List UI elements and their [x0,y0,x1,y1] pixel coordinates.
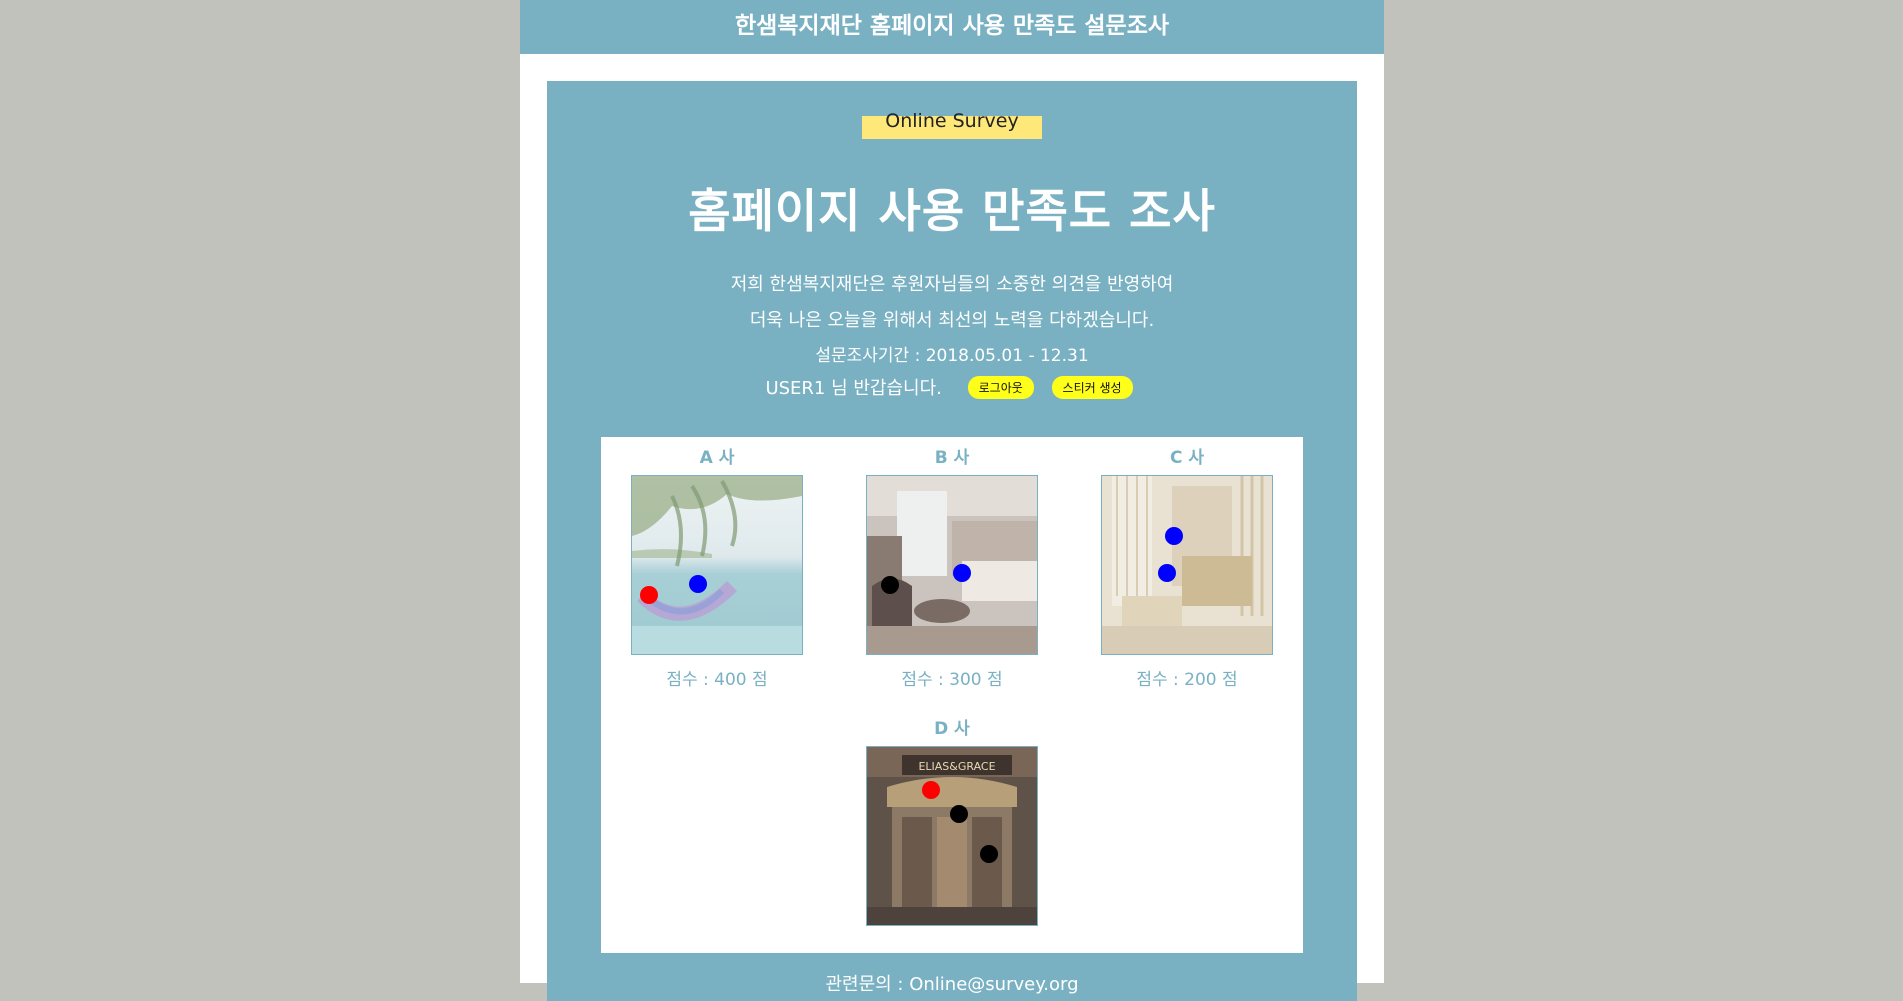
hotel-room-photo[interactable] [866,475,1038,655]
company-name: C 사 [1169,448,1205,468]
company-grid: A 사 점수: 400 점 B 사 점수: 300 점 C 사 점수: 2… [601,437,1303,953]
online-survey-badge-text: Online Survey [885,110,1019,132]
company-score: 점수 : 300 점 [901,670,1003,690]
user-greeting: USER1 님 반갑습니다. [765,378,942,399]
intro-line-2: 더욱 나은 오늘을 위해서 최선의 노력을 다하겠습니다. [749,310,1155,331]
luxury-interior-photo[interactable] [1101,475,1273,655]
sticker-dot [922,781,940,799]
logout-button[interactable]: 로그아웃 [967,375,1034,399]
sticker-dot [980,845,998,863]
luxury-interior-illustration [1102,476,1272,654]
sticker-dot [1165,527,1183,545]
survey-period: 설문조사기간 : 2018.05.01 - 12.31 [815,346,1089,366]
company-score: 점수 : 200 점 [1136,670,1238,690]
survey-panel: Online Survey 홈페이지 사용 만족도 조사 저희 한샘복지재단은 … [547,81,1357,1001]
hotel-room-illustration [867,476,1037,654]
company-name: A 사 [699,448,735,468]
storefront-illustration: ELIAS&GRACE [867,747,1037,925]
intro-line-1: 저희 한샘복지재단은 후원자님들의 소중한 의견을 반영하여 [730,274,1174,295]
svg-text:ELIAS&GRACE: ELIAS&GRACE [918,760,995,773]
sticker-dot [640,586,658,604]
company-card-a: A 사 점수: 400 점 [631,447,803,690]
sticker-dot [689,575,707,593]
beach-hammock-photo[interactable] [631,475,803,655]
company-score: 점수 : 400 점 [666,670,768,690]
company-card-c: C 사 점수 : 200 점 [1101,447,1273,690]
company-name: B 사 [934,448,970,468]
create-sticker-button[interactable]: 스티커 생성 [1051,375,1133,399]
company-card-d: D 사 ELIAS&GRACE [866,718,1038,926]
online-survey-badge: Online Survey [862,110,1042,139]
sticker-dot [1158,564,1176,582]
page-container: 한샘복지재단 홈페이지 사용 만족도 설문조사 Online Survey 홈페… [520,0,1384,1001]
sticker-dot [950,805,968,823]
storefront-photo[interactable]: ELIAS&GRACE [866,746,1038,926]
company-card-b: B 사 점수 : 300 점 [866,447,1038,690]
company-name: D 사 [934,719,970,739]
sticker-dot [881,576,899,594]
sticker-dot [953,564,971,582]
header-title: 한샘복지재단 홈페이지 사용 만족도 설문조사 [520,0,1384,54]
contact-footer: 관련문의 : Online@survey.org [825,974,1079,995]
beach-hammock-illustration [632,476,802,654]
user-bar: USER1 님 반갑습니다. 로그아웃 스티커 생성 [547,374,1357,400]
survey-title: 홈페이지 사용 만족도 조사 [688,184,1216,238]
